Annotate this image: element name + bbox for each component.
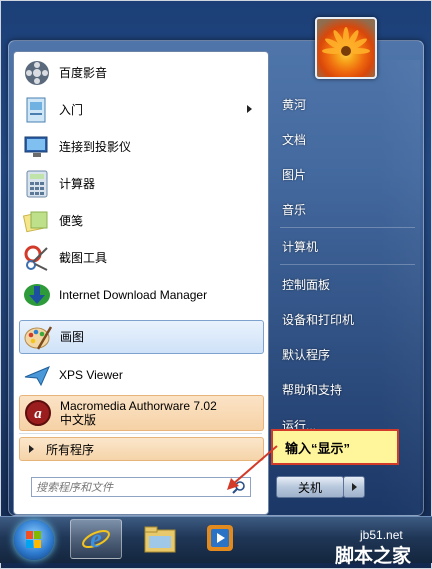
file-explorer-icon: [143, 524, 177, 557]
program-label: XPS Viewer: [59, 368, 123, 382]
program-paint[interactable]: 画图: [19, 320, 264, 354]
program-calculator[interactable]: 计算器: [19, 167, 262, 201]
taskbar-ie-button[interactable]: e: [70, 519, 122, 559]
program-authorware[interactable]: a Macromedia Authorware 7.02 中文版: [19, 395, 264, 431]
callout-box: 输入“显示”: [271, 429, 399, 465]
projector-icon: [21, 131, 53, 163]
program-internet-download-manager[interactable]: Internet Download Manager: [19, 278, 262, 312]
all-programs-arrow-icon: [29, 445, 34, 453]
place-computer[interactable]: 计算机: [282, 238, 318, 255]
place-control-panel[interactable]: 控制面板: [282, 276, 330, 293]
taskbar-explorer-button[interactable]: [135, 519, 185, 557]
idm-icon: [21, 279, 53, 311]
start-orb[interactable]: [14, 520, 54, 560]
program-xps-viewer[interactable]: XPS Viewer: [19, 358, 262, 392]
place-pictures[interactable]: 图片: [282, 166, 306, 183]
media-player-icon: [206, 524, 234, 555]
place-documents[interactable]: 文档: [282, 131, 306, 148]
program-label-block: Macromedia Authorware 7.02 中文版: [60, 399, 217, 427]
svg-text:e: e: [90, 524, 102, 553]
program-baidu-player[interactable]: 百度影音: [19, 56, 262, 90]
sticky-notes-icon: [21, 205, 53, 237]
program-label: 便笺: [59, 214, 84, 228]
program-label: 百度影音: [59, 66, 108, 80]
taskbar-media-button[interactable]: [195, 519, 245, 557]
xps-viewer-icon: [21, 359, 53, 391]
program-label: Internet Download Manager: [59, 288, 208, 302]
program-getting-started[interactable]: 入门: [19, 93, 262, 127]
internet-explorer-icon: e: [79, 523, 113, 558]
all-programs-label: 所有程序: [46, 442, 95, 457]
program-label: 入门: [59, 103, 84, 117]
calculator-icon: [21, 168, 53, 200]
submenu-arrow-icon: [247, 105, 252, 113]
program-label: 连接到投影仪: [59, 140, 132, 154]
shutdown-label: 关机: [297, 480, 322, 495]
watermark-site: jb51.net: [360, 528, 403, 542]
place-music[interactable]: 音乐: [282, 201, 306, 218]
place-user-folder[interactable]: 黄河: [282, 96, 306, 113]
program-label-line2: 中文版: [60, 413, 97, 427]
authorware-icon: a: [22, 397, 54, 429]
user-picture[interactable]: [315, 17, 377, 79]
program-label: Macromedia Authorware 7.02: [60, 399, 217, 413]
shutdown-options-button[interactable]: [343, 476, 365, 498]
callout-text: 输入“显示”: [285, 440, 351, 456]
program-label: 截图工具: [59, 251, 108, 265]
place-devices-printers[interactable]: 设备和打印机: [282, 311, 354, 328]
program-label: 画图: [60, 330, 85, 344]
divider: [280, 264, 415, 265]
svg-text:a: a: [34, 406, 42, 422]
watermark-name: 脚本之家: [335, 546, 412, 567]
divider: [280, 227, 415, 228]
baidu-player-icon: [21, 57, 53, 89]
search-placeholder: 搜索程序和文件: [36, 482, 113, 494]
divider: [19, 433, 262, 434]
program-snipping-tool[interactable]: 截图工具: [19, 241, 262, 275]
program-sticky-notes[interactable]: 便笺: [19, 204, 262, 238]
callout-arrow-icon: [227, 445, 278, 490]
snipping-tool-icon: [21, 242, 53, 274]
program-label: 计算器: [59, 177, 96, 191]
paint-icon: [22, 321, 54, 353]
place-default-programs[interactable]: 默认程序: [282, 346, 330, 363]
shutdown-button[interactable]: 关机: [276, 476, 344, 498]
program-connect-projector[interactable]: 连接到投影仪: [19, 130, 262, 164]
place-help-support[interactable]: 帮助和支持: [282, 381, 342, 398]
getting-started-icon: [21, 94, 53, 126]
